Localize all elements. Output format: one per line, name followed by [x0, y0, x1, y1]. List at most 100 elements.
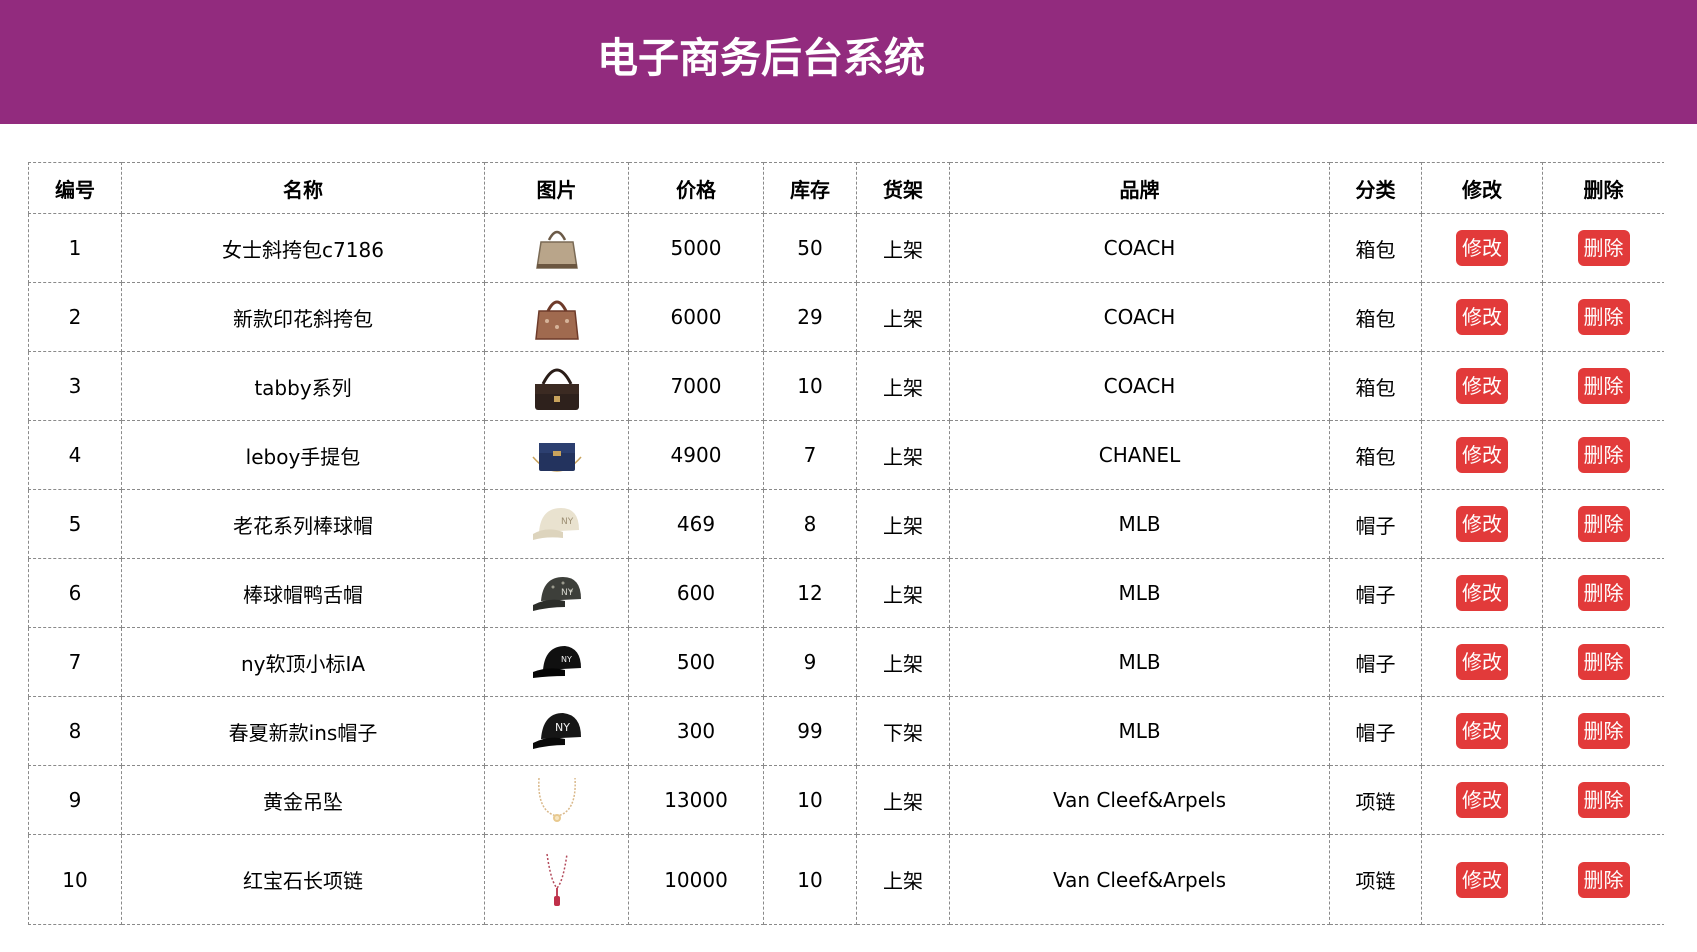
cell-name: 春夏新款ins帽子 — [121, 696, 485, 766]
edit-button[interactable]: 修改 — [1456, 782, 1508, 818]
column-header-category: 分类 — [1329, 162, 1422, 214]
table-row: 8 春夏新款ins帽子 NY 300 99 下架 MLB 帽子 修改 删除 — [28, 696, 1664, 766]
cell-name: tabby系列 — [121, 351, 485, 421]
cell-price: 4900 — [628, 420, 764, 490]
table-header-row: 编号 名称 图片 价格 库存 货架 品牌 分类 修改 删除 — [28, 162, 1664, 214]
cell-price: 600 — [628, 558, 764, 628]
cell-category: 箱包 — [1329, 420, 1422, 490]
cell-category: 帽子 — [1329, 627, 1422, 697]
delete-button[interactable]: 删除 — [1577, 782, 1630, 818]
cell-shelf: 上架 — [856, 834, 950, 925]
cell-brand: Van Cleef&Arpels — [949, 765, 1330, 835]
column-header-name: 名称 — [121, 162, 485, 214]
cell-id: 1 — [28, 213, 122, 283]
handbag-brown-icon — [527, 289, 587, 345]
cap-black-icon: NY — [527, 634, 587, 690]
cell-brand: MLB — [949, 489, 1330, 559]
delete-button[interactable]: 删除 — [1577, 368, 1630, 404]
cell-brand: Van Cleef&Arpels — [949, 834, 1330, 925]
table-row: 10 红宝石长项链 10000 10 上架 Van Cleef&Arpels 项链 修改 删除 — [28, 834, 1664, 925]
edit-button[interactable]: 修改 — [1456, 644, 1508, 680]
app-header: 电子商务后台系统 — [0, 0, 1697, 124]
column-header-shelf: 货架 — [856, 162, 950, 214]
column-header-price: 价格 — [628, 162, 764, 214]
svg-text:NY: NY — [555, 721, 570, 734]
cell-name: 老花系列棒球帽 — [121, 489, 485, 559]
cell-edit: 修改 — [1421, 351, 1543, 421]
cell-brand: MLB — [949, 627, 1330, 697]
cell-stock: 8 — [763, 489, 857, 559]
table-row: 1 女士斜挎包c7186 5000 50 上架 COACH 箱包 修改 删除 — [28, 213, 1664, 283]
column-header-edit: 修改 — [1421, 162, 1543, 214]
edit-button[interactable]: 修改 — [1456, 230, 1508, 266]
cell-shelf: 上架 — [856, 420, 950, 490]
cell-shelf: 上架 — [856, 558, 950, 628]
cell-id: 6 — [28, 558, 122, 628]
cell-delete: 删除 — [1542, 282, 1664, 352]
edit-button[interactable]: 修改 — [1456, 437, 1508, 473]
cell-name: leboy手提包 — [121, 420, 485, 490]
edit-button[interactable]: 修改 — [1456, 368, 1508, 404]
cell-id: 7 — [28, 627, 122, 697]
cap-black-logo-icon: NY — [527, 703, 587, 759]
table-row: 4 leboy手提包 4900 7 上架 CHANEL 箱包 修改 删除 — [28, 420, 1664, 490]
cell-stock: 9 — [763, 627, 857, 697]
cell-image — [484, 765, 629, 835]
table-row: 7 ny软顶小标IA NY 500 9 上架 MLB 帽子 修改 删除 — [28, 627, 1664, 697]
cell-image: NY — [484, 558, 629, 628]
cell-stock: 10 — [763, 351, 857, 421]
cell-edit: 修改 — [1421, 696, 1543, 766]
delete-button[interactable]: 删除 — [1577, 861, 1630, 898]
cell-category: 帽子 — [1329, 696, 1422, 766]
cell-price: 500 — [628, 627, 764, 697]
cell-id: 9 — [28, 765, 122, 835]
table-row: 2 新款印花斜挎包 6000 29 上架 COACH 箱包 修改 删除 — [28, 282, 1664, 352]
product-table: 编号 名称 图片 价格 库存 货架 品牌 分类 修改 删除 1 女士斜挎包c718… — [28, 162, 1664, 925]
table-row: 9 黄金吊坠 13000 10 上架 Van Cleef&Arpels 项链 修改 删除 — [28, 765, 1664, 835]
cell-image — [484, 834, 629, 925]
cell-shelf: 上架 — [856, 765, 950, 835]
cell-name: ny软顶小标IA — [121, 627, 485, 697]
cell-edit: 修改 — [1421, 627, 1543, 697]
cell-category: 箱包 — [1329, 351, 1422, 421]
cell-edit: 修改 — [1421, 765, 1543, 835]
cell-id: 4 — [28, 420, 122, 490]
cell-stock: 12 — [763, 558, 857, 628]
cell-id: 5 — [28, 489, 122, 559]
cell-shelf: 上架 — [856, 627, 950, 697]
cell-image: NY — [484, 627, 629, 697]
delete-button[interactable]: 删除 — [1577, 299, 1630, 335]
cell-stock: 10 — [763, 834, 857, 925]
cell-price: 5000 — [628, 213, 764, 283]
edit-button[interactable]: 修改 — [1456, 575, 1508, 611]
column-header-brand: 品牌 — [949, 162, 1330, 214]
delete-button[interactable]: 删除 — [1577, 644, 1630, 680]
cell-id: 10 — [28, 834, 122, 925]
cell-shelf: 上架 — [856, 489, 950, 559]
delete-button[interactable]: 删除 — [1577, 713, 1630, 749]
cell-category: 箱包 — [1329, 282, 1422, 352]
cell-category: 项链 — [1329, 765, 1422, 835]
column-header-stock: 库存 — [763, 162, 857, 214]
table-row: 5 老花系列棒球帽 NY 469 8 上架 MLB 帽子 修改 删除 — [28, 489, 1664, 559]
cell-name: 新款印花斜挎包 — [121, 282, 485, 352]
cell-price: 469 — [628, 489, 764, 559]
cell-category: 帽子 — [1329, 489, 1422, 559]
edit-button[interactable]: 修改 — [1456, 861, 1508, 898]
edit-button[interactable]: 修改 — [1456, 506, 1508, 542]
edit-button[interactable]: 修改 — [1456, 713, 1508, 749]
svg-text:NY: NY — [561, 517, 574, 527]
cell-brand: COACH — [949, 213, 1330, 283]
delete-button[interactable]: 删除 — [1577, 506, 1630, 542]
cell-brand: CHANEL — [949, 420, 1330, 490]
cell-edit: 修改 — [1421, 420, 1543, 490]
cell-image — [484, 213, 629, 283]
delete-button[interactable]: 删除 — [1577, 437, 1630, 473]
product-table-container: 编号 名称 图片 价格 库存 货架 品牌 分类 修改 删除 1 女士斜挎包c718… — [28, 162, 1664, 952]
column-header-delete: 删除 — [1542, 162, 1664, 214]
edit-button[interactable]: 修改 — [1456, 299, 1508, 335]
delete-button[interactable]: 删除 — [1577, 230, 1630, 266]
delete-button[interactable]: 删除 — [1577, 575, 1630, 611]
cell-price: 6000 — [628, 282, 764, 352]
cell-delete: 删除 — [1542, 351, 1664, 421]
